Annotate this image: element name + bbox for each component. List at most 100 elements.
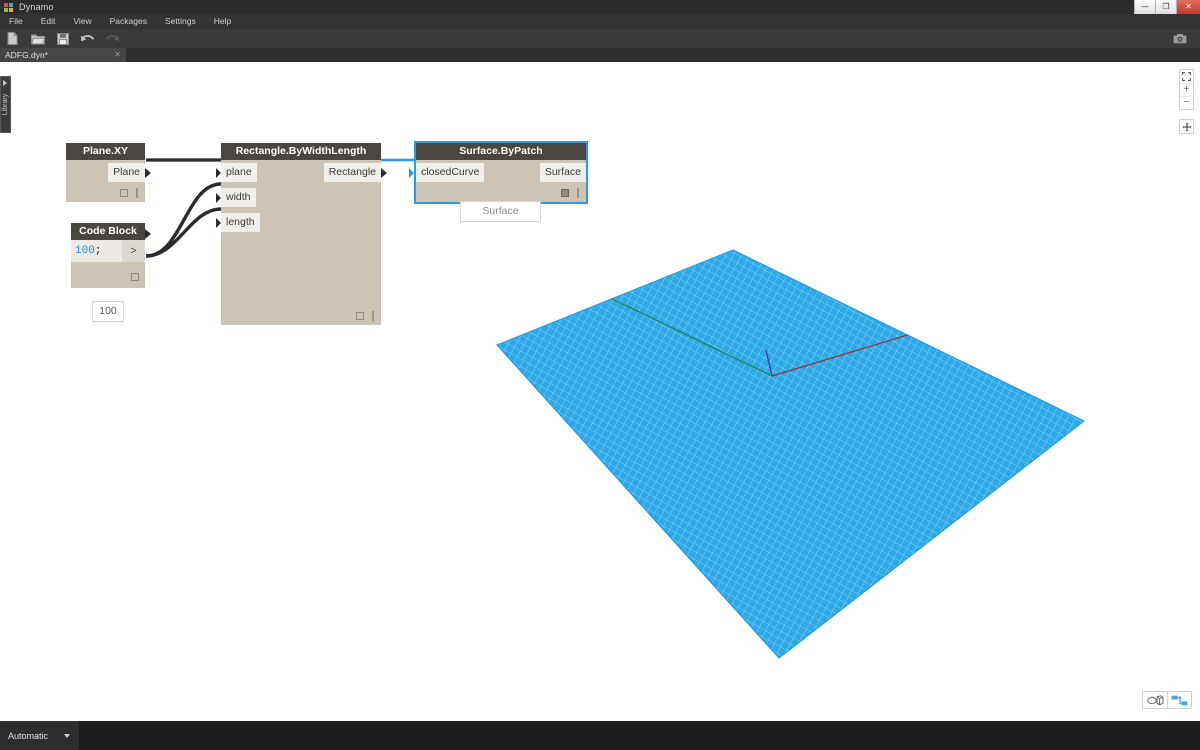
preview-toggle-checkbox[interactable] <box>561 189 569 197</box>
input-connector-nub[interactable] <box>216 193 221 203</box>
caret-down-icon <box>64 734 70 738</box>
node-title: Surface.ByPatch <box>416 143 586 160</box>
input-connector-nub[interactable] <box>409 168 414 178</box>
wire-codeblock-to-length[interactable] <box>145 207 222 258</box>
output-connector-nub[interactable] <box>145 168 151 178</box>
output-port-row: Plane <box>66 160 151 185</box>
node-title: Code Block <box>71 223 145 240</box>
export-image-button[interactable] <box>1167 29 1192 48</box>
code-block-output-port[interactable]: > <box>122 240 145 262</box>
main-toolbar <box>0 29 1200 48</box>
input-connector-nub[interactable] <box>216 168 221 178</box>
menu-file[interactable]: File <box>0 14 32 29</box>
undo-arrow-icon <box>81 34 94 41</box>
toolbar-right-group <box>1167 29 1192 48</box>
toggle-graph-view[interactable] <box>1167 692 1191 708</box>
status-bar: Automatic <box>0 721 1200 750</box>
toggle-background-3d-preview[interactable] <box>1143 692 1167 708</box>
menu-view[interactable]: View <box>64 14 100 29</box>
input-connector-nub[interactable] <box>216 218 221 228</box>
code-terminator: ; <box>94 245 102 257</box>
new-document-icon <box>7 32 18 45</box>
pan-move-icon <box>1181 121 1192 132</box>
save-file-button[interactable] <box>50 29 75 48</box>
lacing-indicator[interactable] <box>577 188 579 198</box>
zoom-out-button[interactable]: − <box>1180 96 1193 109</box>
surface-outline <box>496 249 1086 659</box>
menu-edit[interactable]: Edit <box>32 14 65 29</box>
node-title: Plane.XY <box>66 143 145 160</box>
node-plane-xy[interactable]: Plane.XY Plane <box>66 143 151 202</box>
menu-packages[interactable]: Packages <box>101 14 156 29</box>
tab-label: ADFG.dyn* <box>5 50 48 60</box>
preview-toggle-checkbox[interactable] <box>131 273 139 281</box>
port-row-plane: plane Rectangle <box>216 160 387 185</box>
undo-button[interactable] <box>75 29 100 48</box>
surface-geometry <box>497 250 1084 658</box>
node-surface-bypatch[interactable]: Surface.ByPatch closedCurve Surface <box>409 141 588 204</box>
node-footer <box>66 185 145 202</box>
node-body: closedCurve Surface <box>409 160 586 185</box>
code-block-editor-row[interactable]: 100; > <box>71 229 151 262</box>
output-port-rectangle[interactable]: Rectangle <box>323 163 381 182</box>
title-bar: Dynamo — ❐ ✕ <box>0 0 1200 14</box>
zoom-in-button[interactable]: + <box>1180 83 1193 96</box>
wire-codeblock-to-width[interactable] <box>145 182 222 258</box>
node-rectangle-bywidthlength[interactable]: Rectangle.ByWidthLength plane Rectangle … <box>216 143 387 325</box>
node-title: Rectangle.ByWidthLength <box>221 143 381 160</box>
dynamo-application-window: Dynamo — ❐ ✕ File Edit View Packages Set… <box>0 0 1200 750</box>
new-file-button[interactable] <box>0 29 25 48</box>
preview-bubble-surface: Surface <box>460 201 541 222</box>
maximize-button[interactable]: ❐ <box>1155 0 1176 14</box>
lacing-indicator[interactable] <box>136 188 138 198</box>
preview-toggle-checkbox[interactable] <box>120 189 128 197</box>
graph-canvas[interactable]: Library Plane.XY Plane Code Block 100; > <box>0 62 1200 721</box>
tab-close-icon[interactable]: ✕ <box>114 48 121 62</box>
input-port-length[interactable]: length <box>221 213 260 232</box>
node-footer <box>416 185 586 202</box>
open-folder-icon <box>30 34 45 44</box>
run-mode-label: Automatic <box>8 730 49 741</box>
fit-to-screen-button[interactable] <box>1180 70 1193 83</box>
run-mode-dropdown[interactable]: Automatic <box>0 721 79 750</box>
open-file-button[interactable] <box>25 29 50 48</box>
camera-icon <box>1173 34 1186 44</box>
input-port-closedcurve[interactable]: closedCurve <box>416 163 485 182</box>
minimize-icon: — <box>1141 2 1149 11</box>
geometry-view-icon <box>1146 694 1163 705</box>
menu-settings[interactable]: Settings <box>156 14 205 29</box>
wire-layer <box>145 158 416 258</box>
workspace-tab-bar: ADFG.dyn* ✕ <box>0 48 1200 62</box>
pan-tool-button[interactable] <box>1179 119 1194 134</box>
menu-help[interactable]: Help <box>205 14 240 29</box>
lacing-indicator[interactable] <box>372 311 374 321</box>
save-floppy-icon <box>56 32 69 45</box>
output-port-surface[interactable]: Surface <box>539 163 586 182</box>
input-port-plane[interactable]: plane <box>221 163 257 182</box>
library-label: Library <box>2 93 9 116</box>
code-block-text[interactable]: 100; <box>71 240 122 262</box>
tab-adfg-dyn[interactable]: ADFG.dyn* ✕ <box>0 48 126 62</box>
output-connector-nub[interactable] <box>381 168 387 178</box>
library-panel-tab[interactable]: Library <box>0 76 11 133</box>
chevron-right-icon <box>3 80 7 86</box>
view-toggle-group <box>1142 691 1192 709</box>
fit-screen-icon <box>1182 72 1191 81</box>
port-row-width: width <box>216 185 381 210</box>
close-button[interactable]: ✕ <box>1176 0 1200 14</box>
close-icon: ✕ <box>1185 2 1192 11</box>
minimize-button[interactable]: — <box>1134 0 1155 14</box>
port-row-closedcurve: closedCurve Surface <box>409 160 586 185</box>
redo-arrow-icon <box>106 34 119 41</box>
maximize-icon: ❐ <box>1162 2 1170 11</box>
axis-x-line <box>771 279 1084 377</box>
input-port-width[interactable]: width <box>221 188 256 207</box>
output-connector-nub[interactable] <box>145 229 151 239</box>
preview-toggle-checkbox[interactable] <box>356 312 364 320</box>
axis-y-line <box>497 250 773 377</box>
node-footer <box>71 262 145 288</box>
node-graph-icon <box>1171 695 1188 705</box>
axis-z-line <box>765 349 773 377</box>
node-code-block[interactable]: Code Block 100; > <box>71 223 151 288</box>
output-port-plane[interactable]: Plane <box>108 163 145 182</box>
